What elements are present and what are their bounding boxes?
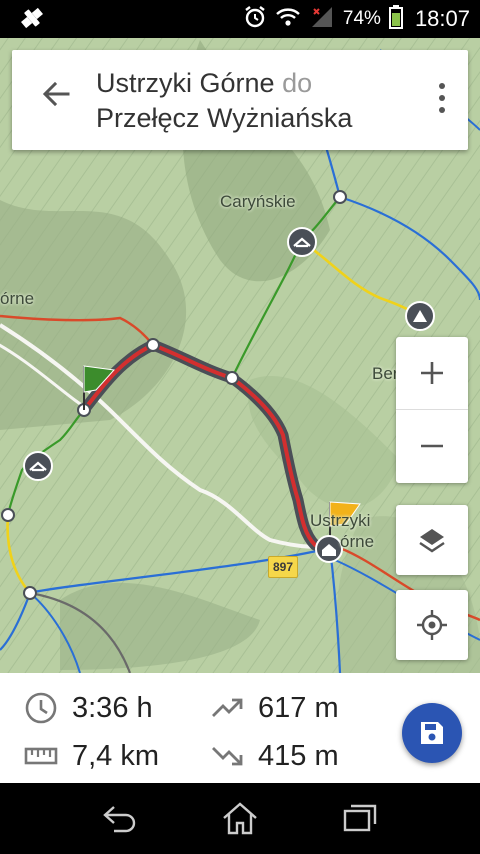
nav-back-button[interactable] (90, 795, 150, 841)
road-number-badge: 897 (268, 556, 299, 578)
my-location-icon (417, 610, 447, 640)
wifi-icon (275, 6, 301, 33)
alarm-icon (243, 5, 267, 34)
battery-percent: 74% (342, 8, 381, 29)
duration-value: 3:36 h (72, 691, 153, 724)
overflow-menu-button[interactable] (430, 78, 454, 118)
status-bar: 74% 18:07 (0, 0, 480, 38)
start-flag-icon[interactable] (80, 362, 120, 414)
home-nav-icon (223, 802, 257, 835)
stat-descent: 415 m (210, 739, 339, 773)
stat-distance: 7,4 km (24, 739, 159, 773)
zoom-out-button[interactable] (396, 410, 468, 482)
route-origin: Ustrzyki Górne (96, 68, 275, 98)
shelter-marker-icon[interactable] (286, 226, 318, 258)
save-icon (421, 722, 443, 744)
arrow-back-icon (42, 81, 70, 107)
minus-icon (421, 444, 443, 448)
my-location-button[interactable] (396, 590, 468, 660)
map-label-ustrzyki: Ustrzyki (310, 511, 371, 530)
route-separator: do (282, 68, 313, 98)
stat-ascent: 617 m (210, 691, 339, 725)
recents-nav-icon (343, 804, 377, 832)
system-nav-bar (0, 783, 480, 854)
map-label-gorne: órne (0, 289, 35, 308)
nav-recents-button[interactable] (330, 795, 390, 841)
save-route-button[interactable] (402, 703, 462, 763)
map-label-ustrzyki-gorne: órne (340, 532, 375, 551)
route-origin-line[interactable]: Ustrzyki Górne do (96, 68, 312, 99)
trending-up-icon (212, 698, 243, 717)
battery-icon (388, 4, 403, 34)
plus-icon (421, 362, 443, 384)
layers-icon (419, 529, 445, 553)
map-label-ber: Ber (372, 364, 399, 383)
ascent-value: 617 m (258, 691, 339, 724)
ruler-icon (24, 747, 58, 765)
more-vert-icon (439, 83, 445, 113)
shelter-marker-icon[interactable] (22, 450, 54, 482)
zoom-in-button[interactable] (396, 337, 468, 409)
clock-icon (25, 692, 57, 724)
route-destination[interactable]: Przełęcz Wyżniańska (96, 103, 352, 134)
back-button[interactable] (38, 76, 74, 112)
stat-duration: 3:36 h (24, 691, 153, 725)
back-nav-icon (103, 806, 136, 833)
nav-home-button[interactable] (210, 795, 270, 841)
app-screen: 74% 18:07 Caryńskie órne Ber Ustrzyki ór… (0, 0, 480, 854)
camp-marker-icon[interactable] (404, 300, 436, 332)
layers-button[interactable] (396, 505, 468, 575)
distance-value: 7,4 km (72, 739, 160, 772)
signal-icon (309, 5, 335, 34)
trending-down-icon (212, 747, 243, 766)
zoom-controls (396, 337, 468, 483)
clock: 18:07 (414, 6, 470, 31)
route-header-card: Ustrzyki Górne do Przełęcz Wyżniańska (12, 50, 468, 150)
map-label-carynskie: Caryńskie (220, 192, 296, 211)
descent-value: 415 m (258, 739, 339, 772)
gps-icon (18, 6, 46, 35)
